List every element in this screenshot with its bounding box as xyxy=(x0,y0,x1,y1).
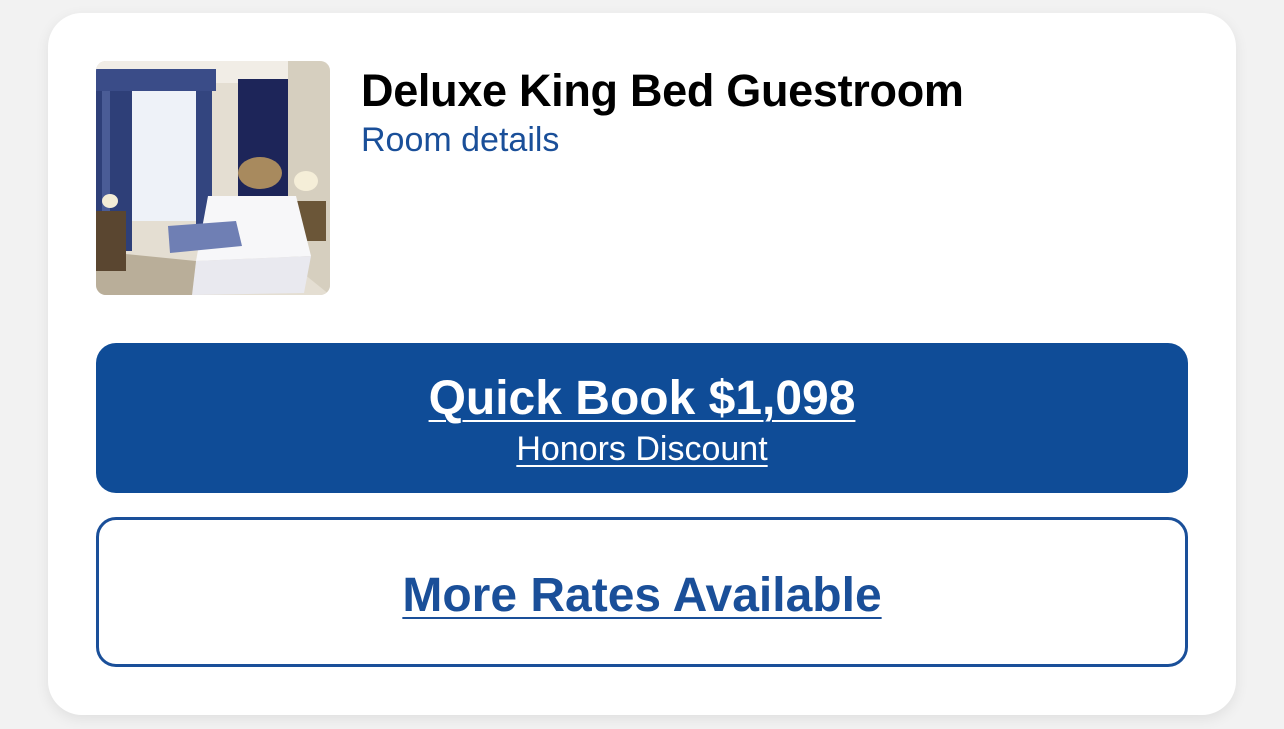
room-photo[interactable] xyxy=(96,61,330,295)
quick-book-label: Quick Book $1,098 xyxy=(428,372,856,425)
quick-book-button[interactable]: Quick Book $1,098 Honors Discount xyxy=(96,343,1188,493)
more-rates-label: More Rates Available xyxy=(402,569,882,622)
quick-book-rate-name: Honors Discount xyxy=(516,430,768,468)
room-details-link[interactable]: Room details xyxy=(361,121,559,160)
more-rates-button[interactable]: More Rates Available xyxy=(96,517,1188,667)
room-title: Deluxe King Bed Guestroom xyxy=(361,65,964,116)
room-card: Deluxe King Bed Guestroom Room details Q… xyxy=(48,13,1236,715)
